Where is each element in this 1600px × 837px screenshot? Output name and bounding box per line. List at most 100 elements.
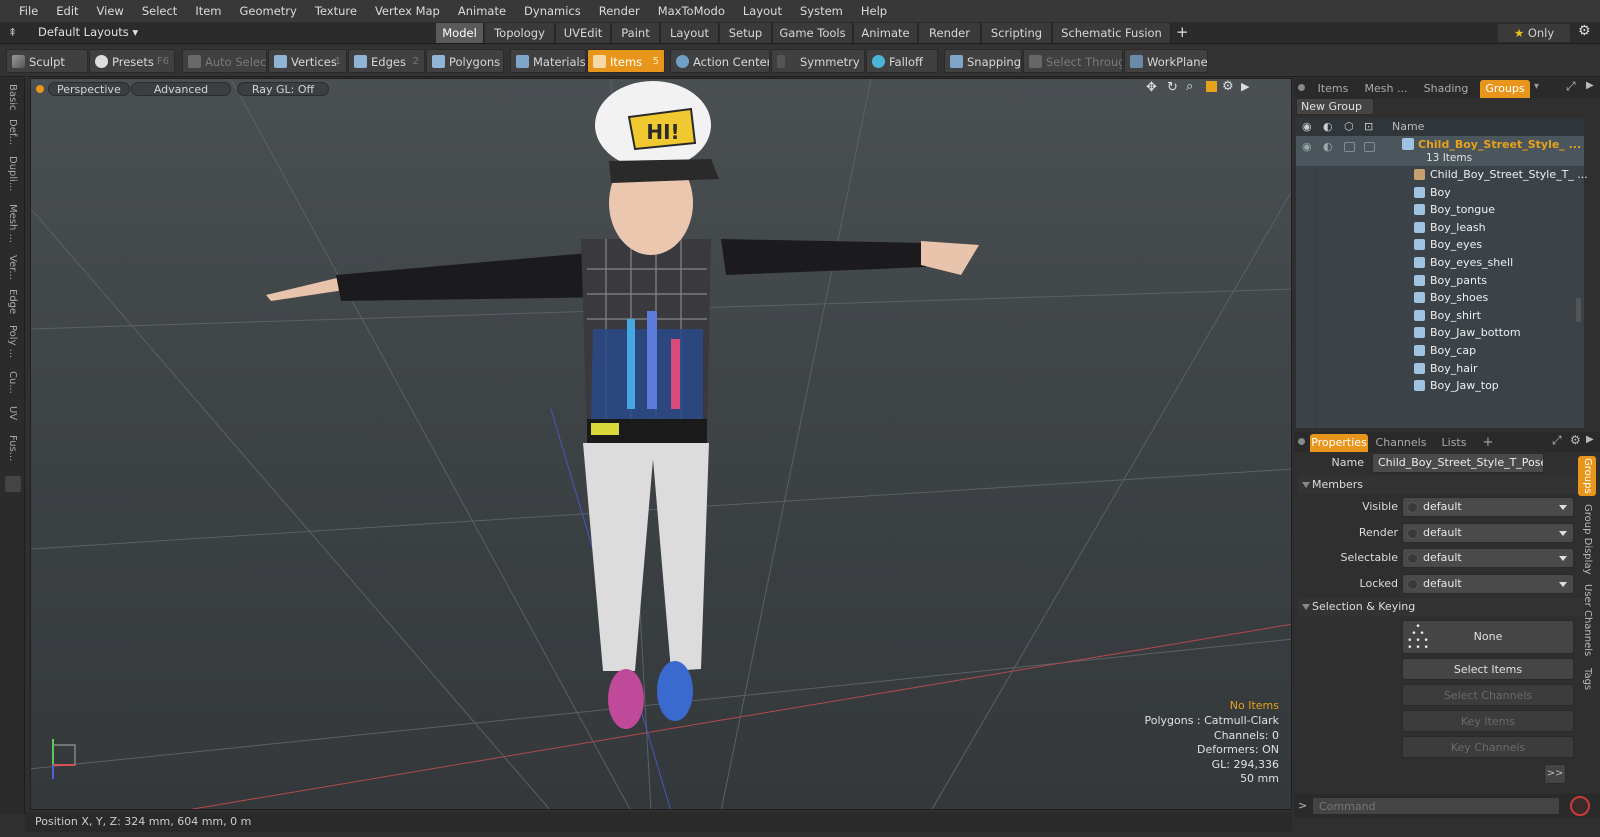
tab-scripting[interactable]: Scripting [982,23,1052,43]
group-member-row[interactable]: Boy_eyes [1296,236,1584,254]
key-items-button[interactable]: Key Items [1402,710,1574,732]
fit-view-icon[interactable] [1206,81,1217,92]
tab-setup[interactable]: Setup [720,23,772,43]
panel-expand-icon[interactable]: ⤢ [1566,79,1576,94]
tab-properties[interactable]: Properties [1310,434,1368,452]
group-member-row[interactable]: Boy_cap [1296,342,1584,360]
left-tab-dupli[interactable]: Dupli... [4,152,21,196]
left-tab-ver[interactable]: Ver... [4,252,21,282]
tab-animate[interactable]: Animate [854,23,918,43]
command-input[interactable] [1312,797,1560,815]
member-field-dropdown[interactable]: default [1402,497,1574,517]
only-toggle[interactable]: ★ Only [1498,24,1570,42]
menu-texture[interactable]: Texture [306,4,366,18]
view-perspective-button[interactable]: Perspective [48,82,130,96]
left-tab-def[interactable]: Def... [4,116,21,148]
props-arrow-icon[interactable]: ▶ [1586,434,1594,445]
viewport-expand-icon[interactable]: ▶ [1241,80,1249,93]
menu-help[interactable]: Help [852,4,896,18]
root-visible-icon[interactable]: ◉ [1302,138,1312,156]
name-input[interactable]: Child_Boy_Street_Style_T_Pose ( [1372,453,1544,473]
tab-channels[interactable]: Channels [1374,434,1428,452]
menu-maxtomodo[interactable]: MaxToModo [649,4,734,18]
group-member-row[interactable]: Boy_leash [1296,219,1584,237]
tab-schematic-fusion[interactable]: Schematic Fusion [1053,23,1171,43]
group-member-row[interactable]: Boy_pants [1296,272,1584,290]
edges-button[interactable]: Edges 2 [348,49,425,73]
group-root-row[interactable]: ◉ ◐ Child_Boy_Street_Style_ ... 13 Items [1296,136,1584,166]
group-member-row[interactable]: Boy_Jaw_top [1296,377,1584,395]
vertices-button[interactable]: Vertices 1 [268,49,347,73]
tab-mesh[interactable]: Mesh ... [1360,80,1412,98]
visibility-column-icon[interactable]: ◉ [1302,118,1312,136]
panel-arrow-icon[interactable]: ▶ [1586,80,1594,91]
side-tab-group-display[interactable]: Group Display [1578,502,1596,576]
tab-render[interactable]: Render [919,23,981,43]
left-tab-mesh[interactable]: Mesh ... [4,202,21,246]
menu-render[interactable]: Render [590,4,649,18]
left-tab-uv[interactable]: UV [4,402,21,424]
key-channels-button[interactable]: Key Channels [1402,736,1574,758]
tab-topology[interactable]: Topology [485,23,555,43]
group-member-row[interactable]: Boy_tongue [1296,201,1584,219]
lock-column-icon[interactable]: ⊡ [1364,118,1373,136]
pin-icon[interactable]: ⇞ [8,26,17,39]
raygl-button[interactable]: Ray GL: Off [237,82,329,96]
group-member-row[interactable]: Boy_shirt [1296,307,1584,325]
menu-file[interactable]: File [10,4,47,18]
menu-layout[interactable]: Layout [734,4,791,18]
symmetry-button[interactable]: Symmetry [771,49,865,73]
tree-scrollbar[interactable] [1576,298,1581,322]
left-tab-edge[interactable]: Edge [4,288,21,316]
tab-uvedit[interactable]: UVEdit [556,23,611,43]
record-icon[interactable] [1570,796,1590,816]
auto-select-button[interactable]: Auto Select [182,49,267,73]
side-tab-groups[interactable]: Groups [1578,456,1596,496]
group-member-row[interactable]: Boy [1296,184,1584,202]
polygons-button[interactable]: Polygons [426,49,504,73]
root-lock-icon[interactable] [1364,142,1375,152]
tab-model[interactable]: Model [436,23,484,43]
group-member-row[interactable]: Boy_shoes [1296,289,1584,307]
menu-animate[interactable]: Animate [449,4,515,18]
left-tab-fus[interactable]: Fus... [4,430,21,466]
view-style-button[interactable]: Advanced [131,82,231,96]
rotate-view-icon[interactable]: ↻ [1167,80,1178,95]
more-button[interactable]: >> [1544,764,1566,784]
menu-view[interactable]: View [88,4,133,18]
selection-keying-section[interactable]: Selection & Keying [1298,598,1584,616]
side-tab-user-channels[interactable]: User Channels [1578,582,1596,658]
member-field-dropdown[interactable]: default [1402,522,1574,543]
3d-viewport[interactable]: HI! Perspective Advanced Ray GL: Off ✥ ↻… [30,78,1292,810]
snapping-button[interactable]: Snapping [944,49,1022,73]
menu-edit[interactable]: Edit [47,4,87,18]
tab-items[interactable]: Items [1312,80,1354,98]
add-props-tab-icon[interactable]: + [1480,434,1496,452]
menu-select[interactable]: Select [133,4,186,18]
add-tab-icon[interactable]: + [1176,23,1189,41]
character-model[interactable]: HI! [266,81,979,729]
select-channels-button[interactable]: Select Channels [1402,684,1574,706]
viewport-settings-icon[interactable]: ⚙ [1222,79,1234,94]
group-member-row[interactable]: Boy_Jaw_bottom [1296,324,1584,342]
group-member-row[interactable]: Boy_hair [1296,360,1584,378]
group-member-row[interactable]: Child_Boy_Street_Style_T_ ... [1296,166,1588,184]
tab-groups[interactable]: Groups [1480,80,1530,98]
tab-layout[interactable]: Layout [661,23,719,43]
move-view-icon[interactable]: ✥ [1146,80,1157,95]
strip-toggle-button[interactable] [5,476,21,492]
new-group-button[interactable]: New Group [1296,98,1374,115]
menu-item[interactable]: Item [186,4,230,18]
props-expand-icon[interactable]: ⤢ [1552,433,1562,448]
items-button[interactable]: Items 5 [587,49,665,73]
sculpt-button[interactable]: Sculpt [6,49,88,73]
menu-system[interactable]: System [791,4,852,18]
workplane-button[interactable]: WorkPlane [1124,49,1208,73]
members-section[interactable]: Members [1298,476,1584,494]
falloff-button[interactable]: Falloff [866,49,938,73]
tab-shading[interactable]: Shading [1418,80,1474,98]
gear-icon[interactable]: ⚙ [1578,23,1591,39]
tab-paint[interactable]: Paint [612,23,660,43]
root-render-icon[interactable]: ◐ [1323,138,1333,156]
menu-vertex-map[interactable]: Vertex Map [366,4,449,18]
